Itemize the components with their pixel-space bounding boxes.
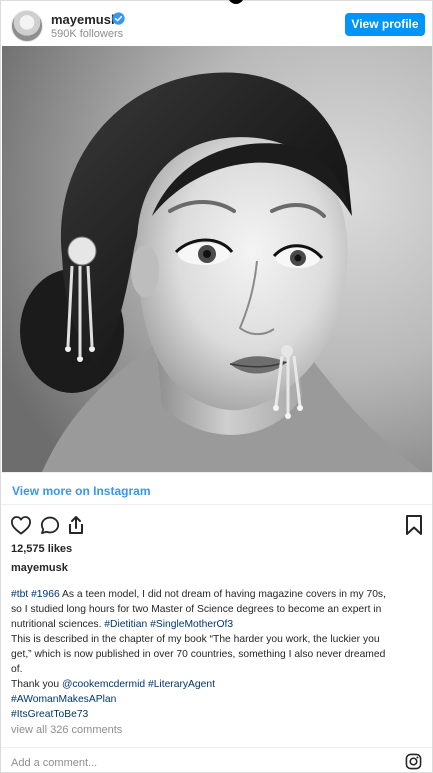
divider — [1, 472, 432, 473]
heart-icon[interactable] — [10, 515, 32, 535]
caption-text-segment: As a teen model, I did not dream of havi… — [59, 589, 386, 600]
divider — [1, 747, 432, 748]
hashtag-link[interactable]: #1966 — [31, 589, 60, 600]
hashtag-link[interactable]: #SingleMotherOf3 — [150, 619, 233, 630]
share-icon[interactable] — [67, 515, 85, 535]
add-comment-field[interactable]: Add a comment... — [11, 757, 97, 769]
comment-icon[interactable] — [40, 515, 60, 535]
instagram-icon[interactable] — [405, 753, 422, 770]
divider — [1, 504, 432, 505]
follower-count: 590K followers — [51, 28, 124, 40]
caption-text-segment: so I studied long hours for two Master o… — [11, 604, 382, 615]
view-profile-button[interactable]: View profile — [345, 13, 425, 36]
caption-line: nutritional sciences. #Dietitian #Single… — [11, 617, 425, 632]
caption-line: Thank you @cookemcdermid #LiteraryAgent — [11, 677, 425, 692]
post-photo[interactable] — [2, 46, 432, 472]
avatar[interactable] — [11, 10, 43, 42]
view-all-comments-link[interactable]: view all 326 comments — [11, 724, 122, 736]
caption-text-segment: get,” which is now published in over 70 … — [11, 649, 386, 660]
caption-line: This is described in the chapter of my b… — [11, 632, 425, 647]
hashtag-link[interactable]: #AWomanMakesAPlan — [11, 694, 116, 705]
verified-badge-icon — [112, 12, 125, 25]
caption-line: get,” which is now published in over 70 … — [11, 647, 425, 662]
caption-username[interactable]: mayemusk — [11, 562, 68, 574]
bookmark-icon[interactable] — [405, 514, 423, 536]
caption-line: #tbt #1966 As a teen model, I did not dr… — [11, 587, 425, 602]
post-header: mayemusk 590K followers View profile — [1, 1, 432, 47]
caption-line: #AWomanMakesAPlan — [11, 692, 425, 707]
mention-link[interactable]: @cookemcdermid — [62, 679, 145, 690]
caption-text: #tbt #1966 As a teen model, I did not dr… — [11, 587, 425, 722]
instagram-embed-card: mayemusk 590K followers View profile Vie… — [0, 0, 433, 773]
caption-text-segment: nutritional sciences. — [11, 619, 105, 630]
hashtag-link[interactable]: #LiteraryAgent — [148, 679, 215, 690]
header-username[interactable]: mayemusk — [51, 12, 118, 27]
view-more-link[interactable]: View more on Instagram — [12, 484, 151, 498]
hashtag-link[interactable]: #Dietitian — [104, 619, 147, 630]
hashtag-link[interactable]: #tbt — [11, 589, 28, 600]
caption-line: so I studied long hours for two Master o… — [11, 602, 425, 617]
caption-text-segment: Thank you — [11, 679, 62, 690]
caption-text-segment: of. — [11, 664, 23, 675]
portrait-image — [2, 46, 432, 472]
caption-line: #ItsGreatToBe73 — [11, 707, 425, 722]
like-count[interactable]: 12,575 likes — [11, 543, 72, 555]
caption-line: of. — [11, 662, 425, 677]
caption-text-segment: This is described in the chapter of my b… — [11, 634, 380, 645]
hashtag-link[interactable]: #ItsGreatToBe73 — [11, 709, 88, 720]
